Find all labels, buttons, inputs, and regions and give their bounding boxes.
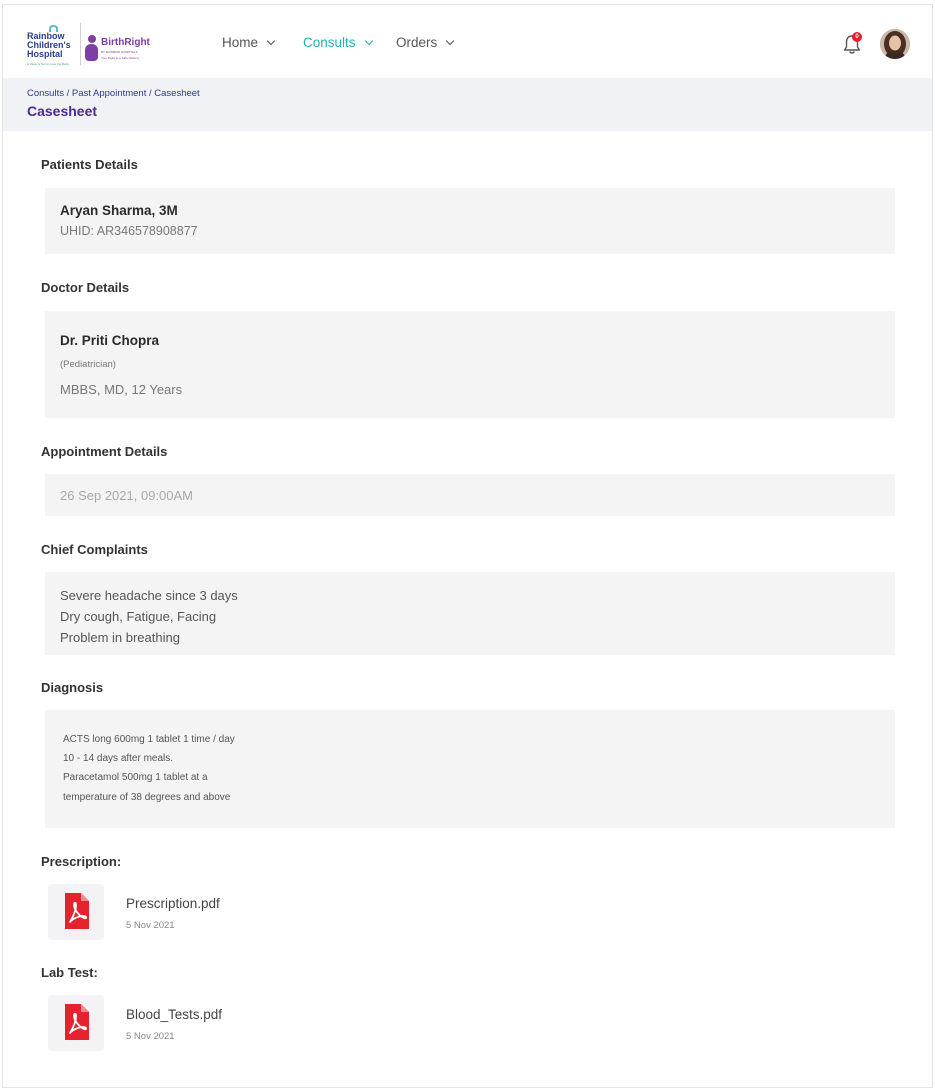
diagnosis-line: Paracetamol 500mg 1 tablet at a <box>63 772 208 783</box>
appointment-card: 26 Sep 2021, 09:00AM <box>45 474 895 516</box>
birthright-sub: BY RAINBOW HOSPITALS <box>101 50 138 54</box>
chief-complaints-heading: Chief Complaints <box>41 542 148 557</box>
prescription-file-name: Prescription.pdf <box>126 896 220 911</box>
nav-consults-label: Consults <box>303 35 356 50</box>
diagnosis-line: ACTS long 600mg 1 tablet 1 time / day <box>63 734 235 745</box>
chevron-down-icon <box>446 36 455 45</box>
user-avatar[interactable] <box>880 29 910 59</box>
appointment-datetime: 26 Sep 2021, 09:00AM <box>60 488 193 503</box>
pdf-icon <box>48 884 104 940</box>
nav-consults[interactable]: Consults <box>303 35 373 50</box>
doctor-qualification: MBBS, MD, 12 Years <box>60 382 183 397</box>
doctor-speciality: (Pediatrician) <box>60 359 116 370</box>
doctor-name: Dr. Priti Chopra <box>60 333 160 348</box>
appointment-details-heading: Appointment Details <box>41 444 168 459</box>
prescription-file-date: 5 Nov 2021 <box>126 920 175 931</box>
patient-name: Aryan Sharma, 3M <box>60 203 178 218</box>
doctor-card: Dr. Priti Chopra (Pediatrician) MBBS, MD… <box>45 311 895 418</box>
pdf-icon <box>48 995 104 1051</box>
patients-details-heading: Patients Details <box>41 157 138 172</box>
nav-home-label: Home <box>222 35 259 50</box>
nav-orders[interactable]: Orders <box>396 35 455 50</box>
breadcrumb-past-appointment[interactable]: Past Appointment <box>72 88 146 99</box>
birthright-tagline: Your Right to a Safe Delivery <box>101 56 140 60</box>
diagnosis-line: 10 - 14 days after meals. <box>63 753 174 764</box>
breadcrumb-casesheet: Casesheet <box>154 88 200 99</box>
breadcrumb: Consults / Past Appointment / Casesheet <box>27 88 200 99</box>
diagnosis-line: temperature of 38 degrees and above <box>63 792 231 803</box>
rainbow-childrens-hospital-logo[interactable]: Rainbow Children's Hospital A Value is N… <box>27 25 79 67</box>
nav-home[interactable]: Home <box>222 35 276 50</box>
app-window: Rainbow Children's Hospital A Value is N… <box>2 4 933 1088</box>
chevron-down-icon <box>364 36 373 45</box>
complaint-line: Dry cough, Fatigue, Facing <box>60 609 217 624</box>
logo-line-3: Hospital <box>27 49 63 59</box>
lab-test-file[interactable]: Blood_Tests.pdf 5 Nov 2021 <box>48 995 348 1053</box>
complaint-line: Problem in breathing <box>60 630 180 645</box>
diagnosis-heading: Diagnosis <box>41 680 104 695</box>
notification-count-badge: 0 <box>852 32 862 42</box>
diagnosis-card: ACTS long 600mg 1 tablet 1 time / day 10… <box>45 710 895 828</box>
logo-tagline: A Value is Not to Lose the Baby <box>27 62 69 66</box>
birthright-logo[interactable]: BirthRight BY RAINBOW HOSPITALS Your Rig… <box>85 33 165 63</box>
prescription-file[interactable]: Prescription.pdf 5 Nov 2021 <box>48 884 348 942</box>
complaint-line: Severe headache since 3 days <box>60 588 238 603</box>
birthright-mother-icon <box>85 35 98 61</box>
user-photo-icon <box>880 29 910 59</box>
birthright-name: BirthRight <box>101 37 150 48</box>
doctor-details-heading: Doctor Details <box>41 280 130 295</box>
logo-divider <box>80 23 81 65</box>
notification-bell-button[interactable]: 0 <box>842 32 862 56</box>
lab-test-heading: Lab Test: <box>41 965 98 980</box>
patient-card: Aryan Sharma, 3M UHID: AR346578908877 <box>45 188 895 254</box>
lab-test-file-name: Blood_Tests.pdf <box>126 1007 223 1022</box>
complaints-card: Severe headache since 3 days Dry cough, … <box>45 572 895 655</box>
breadcrumb-bar: Consults / Past Appointment / Casesheet … <box>3 78 932 131</box>
top-header: Rainbow Children's Hospital A Value is N… <box>3 5 932 78</box>
page-title: Casesheet <box>27 103 98 119</box>
breadcrumb-separator: / <box>63 88 72 99</box>
chevron-down-icon <box>266 36 276 45</box>
breadcrumb-consults[interactable]: Consults <box>27 88 64 99</box>
nav-orders-label: Orders <box>396 35 438 50</box>
lab-test-file-date: 5 Nov 2021 <box>126 1031 175 1042</box>
patient-uhid: UHID: AR346578908877 <box>60 224 198 238</box>
prescription-heading: Prescription: <box>41 854 122 869</box>
